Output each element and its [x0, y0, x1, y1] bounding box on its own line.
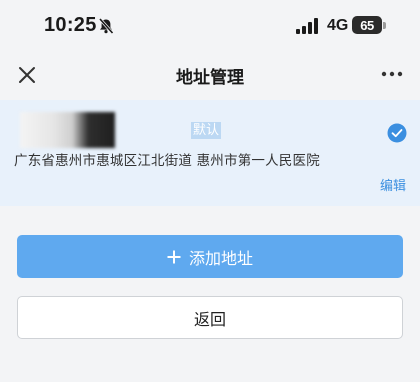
battery-tip: [383, 22, 386, 29]
check-circle-icon[interactable]: [387, 123, 407, 143]
bell-slash-icon: [98, 18, 114, 34]
address-text: 广东省惠州市惠城区江北街道 惠州市第一人民医院: [14, 153, 320, 169]
signal-icon: [296, 18, 318, 34]
default-badge: 默认: [191, 122, 222, 139]
status-bar: 10:25 4G 65: [0, 0, 420, 52]
back-label: 返回: [193, 309, 226, 329]
battery-icon: 65: [352, 16, 382, 34]
redacted-name-area: [20, 112, 115, 148]
edit-link[interactable]: 编辑: [380, 175, 406, 194]
page-title: 地址管理: [176, 68, 244, 88]
address-card[interactable]: 默认 广东省惠州市惠城区江北街道 惠州市第一人民医院 编辑: [0, 100, 420, 206]
nav-bar: 地址管理: [0, 52, 420, 96]
add-address-button[interactable]: 添加地址: [17, 235, 403, 278]
back-button[interactable]: 返回: [17, 296, 403, 339]
battery-level: 65: [360, 17, 374, 33]
status-time: 10:25: [44, 14, 97, 36]
plus-icon: [167, 250, 181, 263]
more-icon[interactable]: [380, 66, 404, 82]
add-address-label: 添加地址: [188, 248, 253, 268]
network-type: 4G: [327, 17, 349, 34]
